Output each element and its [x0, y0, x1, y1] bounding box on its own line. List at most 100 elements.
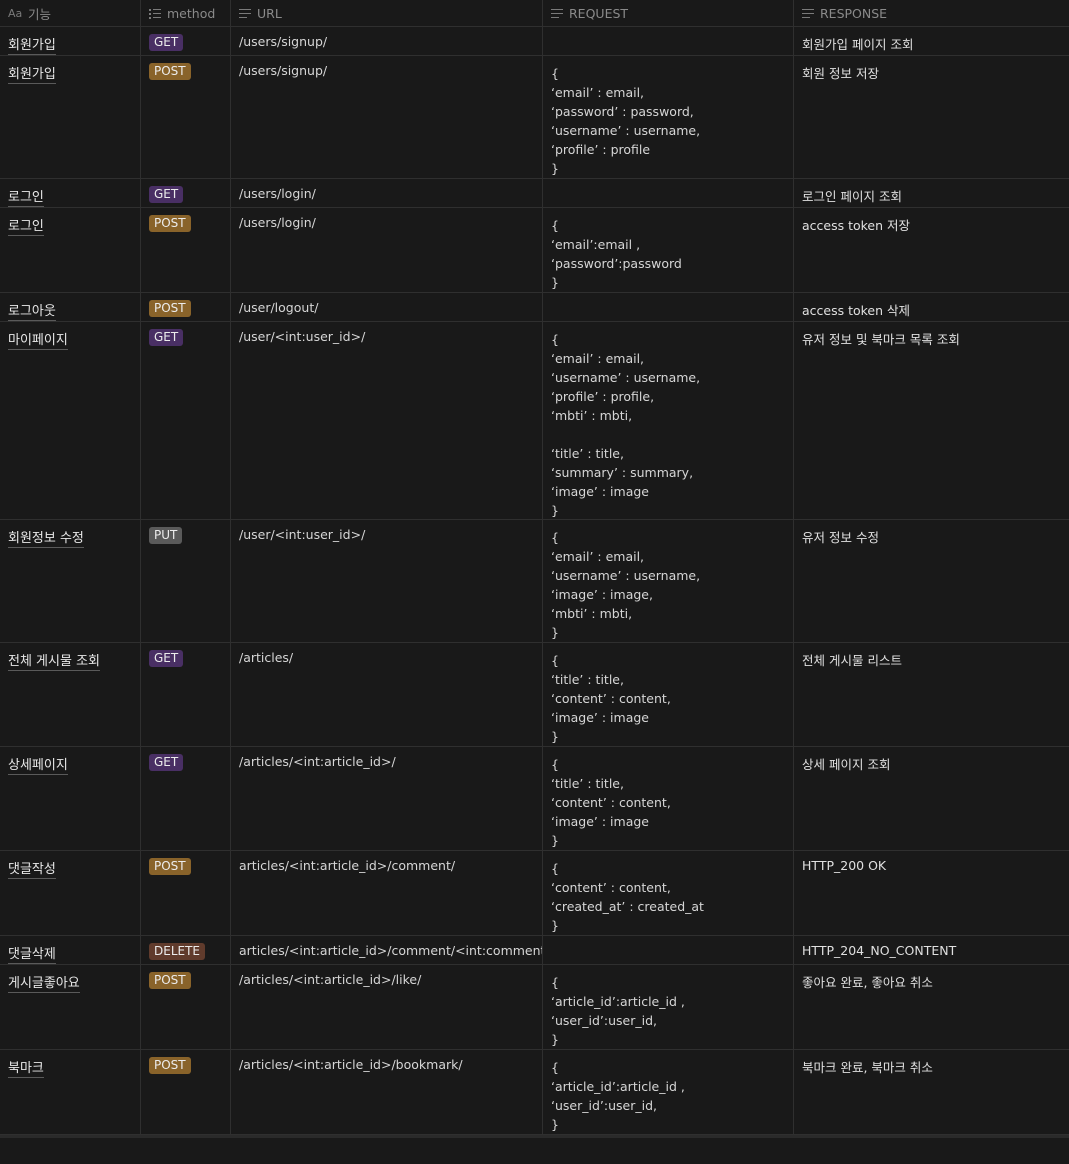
url-cell[interactable]: articles/<int:article_id>/comment/<int:c… [231, 936, 543, 964]
method-cell[interactable]: GET [141, 747, 231, 850]
response-cell[interactable]: 상세 페이지 조회 [794, 747, 1069, 850]
feature-cell[interactable]: 로그인 [0, 179, 141, 207]
feature-name[interactable]: 댓글삭제 [8, 947, 56, 964]
feature-cell[interactable]: 게시글좋아요 [0, 965, 141, 1049]
feature-cell[interactable]: 회원가입 [0, 56, 141, 178]
method-cell[interactable]: POST [141, 208, 231, 292]
response-cell[interactable]: 유저 정보 및 북마크 목록 조회 [794, 322, 1069, 519]
column-header-method[interactable]: method [141, 0, 231, 26]
url-cell[interactable]: /articles/ [231, 643, 543, 746]
request-cell[interactable]: { ‘email’:email , ‘password’:password } [543, 208, 794, 292]
table-row[interactable]: 댓글작성 POST articles/<int:article_id>/comm… [0, 851, 1069, 936]
feature-name[interactable]: 마이페이지 [8, 333, 68, 350]
method-cell[interactable]: GET [141, 643, 231, 746]
feature-name[interactable]: 회원정보 수정 [8, 531, 84, 548]
request-cell[interactable]: { ‘title’ : title, ‘content’ : content, … [543, 643, 794, 746]
feature-cell[interactable]: 북마크 [0, 1050, 141, 1134]
url-cell[interactable]: /users/signup/ [231, 27, 543, 55]
table-row[interactable]: 게시글좋아요 POST /articles/<int:article_id>/l… [0, 965, 1069, 1050]
response-cell[interactable]: 전체 게시물 리스트 [794, 643, 1069, 746]
method-badge: POST [149, 972, 191, 989]
table-row[interactable]: 상세페이지 GET /articles/<int:article_id>/ { … [0, 747, 1069, 851]
request-cell[interactable]: { ‘email’ : email, ‘username’ : username… [543, 520, 794, 642]
response-cell[interactable]: 회원가입 페이지 조회 [794, 27, 1069, 55]
feature-name[interactable]: 상세페이지 [8, 758, 68, 775]
request-cell[interactable] [543, 27, 794, 55]
method-cell[interactable]: DELETE [141, 936, 231, 964]
table-row[interactable]: 로그인 POST /users/login/ { ‘email’:email ,… [0, 208, 1069, 293]
column-header-request[interactable]: REQUEST [543, 0, 794, 26]
feature-name[interactable]: 게시글좋아요 [8, 976, 80, 993]
feature-cell[interactable]: 로그아웃 [0, 293, 141, 321]
feature-name[interactable]: 로그인 [8, 219, 44, 236]
table-row[interactable]: 전체 게시물 조회 GET /articles/ { ‘title’ : tit… [0, 643, 1069, 747]
request-cell[interactable] [543, 179, 794, 207]
feature-name[interactable]: 회원가입 [8, 67, 56, 84]
response-cell[interactable]: 북마크 완료, 북마크 취소 [794, 1050, 1069, 1134]
method-cell[interactable]: GET [141, 27, 231, 55]
url-cell[interactable]: /articles/<int:article_id>/bookmark/ [231, 1050, 543, 1134]
method-cell[interactable]: POST [141, 1050, 231, 1134]
feature-cell[interactable]: 댓글삭제 [0, 936, 141, 964]
column-header-response[interactable]: RESPONSE [794, 0, 1069, 26]
url-cell[interactable]: /users/signup/ [231, 56, 543, 178]
feature-cell[interactable]: 마이페이지 [0, 322, 141, 519]
feature-name[interactable]: 로그아웃 [8, 304, 56, 321]
response-cell[interactable]: 유저 정보 수정 [794, 520, 1069, 642]
url-cell[interactable]: /user/logout/ [231, 293, 543, 321]
response-cell[interactable]: 로그인 페이지 조회 [794, 179, 1069, 207]
table-row[interactable]: 북마크 POST /articles/<int:article_id>/book… [0, 1050, 1069, 1135]
method-cell[interactable]: GET [141, 179, 231, 207]
table-row[interactable]: 로그아웃 POST /user/logout/ access token 삭제 [0, 293, 1069, 322]
request-cell[interactable]: { ‘title’ : title, ‘content’ : content, … [543, 747, 794, 850]
feature-cell[interactable]: 회원정보 수정 [0, 520, 141, 642]
method-badge: POST [149, 215, 191, 232]
table-row[interactable]: 회원정보 수정 PUT /user/<int:user_id>/ { ‘emai… [0, 520, 1069, 643]
method-cell[interactable]: PUT [141, 520, 231, 642]
url-cell[interactable]: /users/login/ [231, 179, 543, 207]
url-cell[interactable]: /articles/<int:article_id>/like/ [231, 965, 543, 1049]
table-row[interactable]: 로그인 GET /users/login/ 로그인 페이지 조회 [0, 179, 1069, 208]
request-cell[interactable] [543, 936, 794, 964]
response-cell[interactable]: access token 삭제 [794, 293, 1069, 321]
url-cell[interactable]: /user/<int:user_id>/ [231, 520, 543, 642]
feature-cell[interactable]: 댓글작성 [0, 851, 141, 935]
feature-cell[interactable]: 로그인 [0, 208, 141, 292]
request-cell[interactable]: { ‘email’ : email, ‘username’ : username… [543, 322, 794, 519]
feature-name[interactable]: 댓글작성 [8, 862, 56, 879]
request-cell[interactable]: { ‘email’ : email, ‘password’ : password… [543, 56, 794, 178]
column-header-url[interactable]: URL [231, 0, 543, 26]
method-cell[interactable]: POST [141, 293, 231, 321]
method-cell[interactable]: POST [141, 56, 231, 178]
url-cell[interactable]: /articles/<int:article_id>/ [231, 747, 543, 850]
request-cell[interactable]: { ‘article_id’:article_id , ‘user_id’:us… [543, 965, 794, 1049]
feature-cell[interactable]: 상세페이지 [0, 747, 141, 850]
method-cell[interactable]: POST [141, 851, 231, 935]
feature-name[interactable]: 전체 게시물 조회 [8, 654, 100, 671]
table-row[interactable]: 회원가입 POST /users/signup/ { ‘email’ : ema… [0, 56, 1069, 179]
method-cell[interactable]: POST [141, 965, 231, 1049]
table-row[interactable]: 마이페이지 GET /user/<int:user_id>/ { ‘email’… [0, 322, 1069, 520]
request-cell[interactable]: { ‘content’ : content, ‘created_at’ : cr… [543, 851, 794, 935]
method-cell[interactable]: GET [141, 322, 231, 519]
table-row[interactable]: 댓글삭제 DELETE articles/<int:article_id>/co… [0, 936, 1069, 965]
request-cell[interactable] [543, 293, 794, 321]
response-cell[interactable]: HTTP_204_NO_CONTENT [794, 936, 1069, 964]
method-badge: GET [149, 650, 184, 667]
response-cell[interactable]: 좋아요 완료, 좋아요 취소 [794, 965, 1069, 1049]
feature-name[interactable]: 회원가입 [8, 38, 56, 55]
response-cell[interactable]: HTTP_200 OK [794, 851, 1069, 935]
feature-cell[interactable]: 회원가입 [0, 27, 141, 55]
url-cell[interactable]: /user/<int:user_id>/ [231, 322, 543, 519]
feature-cell[interactable]: 전체 게시물 조회 [0, 643, 141, 746]
column-header-feature[interactable]: Aa 기능 [0, 0, 141, 26]
url-cell[interactable]: articles/<int:article_id>/comment/ [231, 851, 543, 935]
url-cell[interactable]: /users/login/ [231, 208, 543, 292]
feature-name[interactable]: 북마크 [8, 1061, 44, 1078]
response-cell[interactable]: 회원 정보 저장 [794, 56, 1069, 178]
feature-name[interactable]: 로그인 [8, 190, 44, 207]
table-row[interactable]: 회원가입 GET /users/signup/ 회원가입 페이지 조회 [0, 27, 1069, 56]
request-cell[interactable]: { ‘article_id’:article_id , ‘user_id’:us… [543, 1050, 794, 1134]
method-badge: POST [149, 858, 191, 875]
response-cell[interactable]: access token 저장 [794, 208, 1069, 292]
